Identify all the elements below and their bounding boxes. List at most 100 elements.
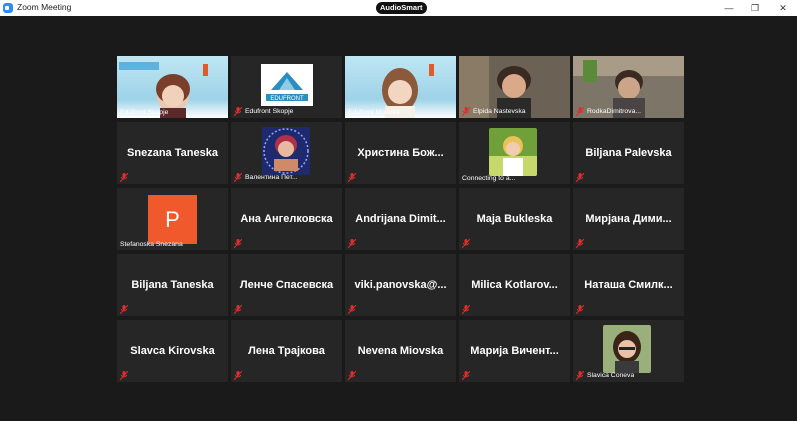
profile-photo (603, 325, 651, 373)
participant-name: Валентина Пет... (245, 174, 298, 181)
video-tile-mirjana[interactable]: Мирјана Дими... (573, 188, 684, 250)
participant-name: Edufront Skopje (245, 108, 294, 115)
participant-name: RodkaDimitrova... (587, 108, 642, 115)
tile-footer: Connecting to a... (462, 175, 515, 182)
tile-footer (576, 173, 584, 182)
video-tile-natasha[interactable]: Наташа Смилк... (573, 254, 684, 316)
tile-footer (120, 305, 128, 314)
muted-mic-icon (120, 173, 128, 182)
participant-display-name: Наташа Смилк... (584, 279, 673, 291)
tile-footer: Edufront Моника (348, 109, 400, 116)
tile-footer (120, 173, 128, 182)
video-tile-lenche[interactable]: Ленче Спасевска (231, 254, 342, 316)
profile-photo (262, 127, 310, 175)
tile-footer (234, 239, 242, 248)
muted-mic-icon (576, 107, 584, 116)
video-tile-milica[interactable]: Milica Kotlarov... (459, 254, 570, 316)
participant-name: Edufront Моника (348, 109, 400, 116)
participant-display-name: Nevena Miovska (357, 345, 444, 357)
participant-name: Connecting to a... (462, 175, 516, 182)
participant-display-name: Biljana Taneska (131, 279, 214, 291)
close-icon[interactable]: ✕ (769, 0, 797, 16)
video-tile-lena[interactable]: Лена Трајкова (231, 320, 342, 382)
title-bar: Zoom Meeting AudioSmart — ❐ ✕ (0, 0, 797, 16)
video-tile-valentina[interactable]: Валентина Пет... (231, 122, 342, 184)
powerpoint-icon: P (148, 195, 197, 244)
video-tile-viki-panovska[interactable]: viki.panovska@... (345, 254, 456, 316)
participant-name: Stefanoska Snezana (120, 241, 183, 248)
restore-icon[interactable]: ❐ (741, 0, 769, 16)
muted-mic-icon (576, 305, 584, 314)
video-tile-edufront-monika[interactable]: Edufront Моника (345, 56, 456, 118)
participant-display-name: Slavca Kirovska (130, 345, 215, 357)
tile-footer (462, 371, 470, 380)
window-title: Zoom Meeting (17, 2, 72, 12)
tile-footer (348, 239, 356, 248)
muted-mic-icon (462, 107, 470, 116)
edufront-logo: EDUFRONT (261, 64, 313, 106)
video-tile-connecting[interactable]: Connecting to a... (459, 122, 570, 184)
video-tile-biljana-taneska[interactable]: Biljana Taneska (117, 254, 228, 316)
muted-mic-icon (234, 173, 242, 182)
tile-footer (348, 173, 356, 182)
participant-display-name: Марија Вичент... (470, 345, 559, 357)
video-tile-hristina[interactable]: Христина Бож... (345, 122, 456, 184)
tile-footer (462, 239, 470, 248)
svg-text:EDUFRONT: EDUFRONT (270, 96, 304, 102)
participant-name: Edufront Skopje (120, 109, 169, 116)
video-tile-nevena[interactable]: Nevena Miovska (345, 320, 456, 382)
video-tile-rodka-dimitrova[interactable]: RodkaDimitrova... (573, 56, 684, 118)
participant-display-name: Milica Kotlarov... (471, 279, 558, 291)
tile-footer: Elpida Nastevska (462, 107, 526, 116)
muted-mic-icon (234, 107, 242, 116)
muted-mic-icon (576, 173, 584, 182)
tile-footer: Edufront Skopje (120, 109, 168, 116)
video-tile-edufront-skopje-1[interactable]: Edufront Skopje (117, 56, 228, 118)
participant-display-name: Христина Бож... (357, 147, 444, 159)
tile-footer (234, 371, 242, 380)
video-tile-elpida-nastevska[interactable]: Elpida Nastevska (459, 56, 570, 118)
participant-name: Slavica Coneva (587, 372, 635, 379)
video-tile-marija[interactable]: Марија Вичент... (459, 320, 570, 382)
participant-name: Elpida Nastevska (473, 108, 526, 115)
video-tile-edufront-skopje-2[interactable]: EDUFRONT Edufront Skopje (231, 56, 342, 118)
participant-display-name: Лена Трајкова (248, 345, 325, 357)
muted-mic-icon (348, 305, 356, 314)
muted-mic-icon (348, 371, 356, 380)
participant-display-name: viki.panovska@... (354, 279, 447, 291)
muted-mic-icon (462, 239, 470, 248)
muted-mic-icon (576, 239, 584, 248)
minimize-icon[interactable]: — (715, 0, 743, 16)
video-tile-snezana-taneska[interactable]: Snezana Taneska (117, 122, 228, 184)
zoom-app-icon (3, 3, 13, 13)
tile-footer (234, 305, 242, 314)
tile-footer (348, 371, 356, 380)
video-tile-stefanoska-snezana[interactable]: P Stefanoska Snezana (117, 188, 228, 250)
muted-mic-icon (462, 371, 470, 380)
muted-mic-icon (234, 239, 242, 248)
tile-footer: RodkaDimitrova... (576, 107, 641, 116)
tile-footer (348, 305, 356, 314)
audiosmart-badge[interactable]: AudioSmart (376, 2, 427, 14)
video-tile-slavca-kirovska[interactable]: Slavca Kirovska (117, 320, 228, 382)
muted-mic-icon (348, 173, 356, 182)
video-tile-andrijana[interactable]: Andrijana Dimit... (345, 188, 456, 250)
participant-display-name: Biljana Palevska (585, 147, 672, 159)
participant-display-name: Andrijana Dimit... (355, 213, 446, 225)
tile-footer: Slavica Coneva (576, 371, 634, 380)
video-tile-slavica-coneva[interactable]: Slavica Coneva (573, 320, 684, 382)
participant-display-name: Мирјана Дими... (585, 213, 672, 225)
muted-mic-icon (120, 305, 128, 314)
video-tile-maja-bukleska[interactable]: Maja Bukleska (459, 188, 570, 250)
participant-display-name: Snezana Taneska (127, 147, 218, 159)
tile-footer: Валентина Пет... (234, 173, 298, 182)
participant-display-name: Maja Bukleska (476, 213, 553, 225)
tile-footer (120, 371, 128, 380)
muted-mic-icon (348, 239, 356, 248)
muted-mic-icon (234, 371, 242, 380)
tile-footer (576, 305, 584, 314)
muted-mic-icon (120, 371, 128, 380)
video-tile-biljana-palevska[interactable]: Biljana Palevska (573, 122, 684, 184)
tile-footer: Stefanoska Snezana (120, 241, 183, 248)
video-tile-ana-angelkovska[interactable]: Ана Ангелковска (231, 188, 342, 250)
